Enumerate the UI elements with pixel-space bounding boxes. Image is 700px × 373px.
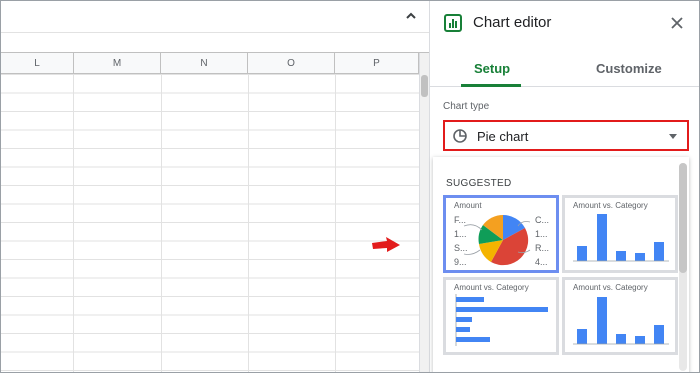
bar-chart-preview [455, 294, 548, 346]
pie-chart-preview [463, 214, 531, 266]
close-icon[interactable] [671, 17, 683, 29]
grid-line [335, 74, 336, 372]
grid-line [248, 74, 249, 372]
grid-line [161, 74, 162, 372]
chart-editor-header: Chart editor [430, 1, 699, 45]
chart-type-label: Chart type [443, 101, 490, 112]
menu-scrollbar[interactable] [679, 163, 687, 371]
chart-icon [444, 14, 462, 32]
sheet-scrollbar-thumb[interactable] [421, 75, 428, 97]
cell-grid[interactable] [1, 74, 419, 372]
chart-type-dropdown[interactable]: Pie chart [443, 120, 689, 151]
suggested-column-chart[interactable]: Amount vs. Category [562, 195, 678, 273]
sheet-scrollbar[interactable] [419, 53, 429, 372]
chart-type-value: Pie chart [477, 129, 529, 144]
red-pointer-arrow [372, 237, 400, 252]
pie-chart-icon [453, 129, 467, 143]
column-headers: L M N O P [1, 53, 419, 74]
column-header-m[interactable]: M [74, 53, 161, 74]
column-header-l[interactable]: L [1, 53, 74, 74]
active-tab-indicator [461, 84, 521, 87]
suggested-pie-chart[interactable]: Amount F... 1... S... 9... C... 1... R..… [443, 195, 559, 273]
suggested-heading: SUGGESTED [446, 178, 512, 189]
column-header-n[interactable]: N [161, 53, 248, 74]
editor-tabs: Setup Customize [430, 51, 699, 87]
tab-setup[interactable]: Setup [474, 61, 510, 76]
tab-customize[interactable]: Customize [596, 61, 662, 76]
column-chart-preview [573, 297, 669, 345]
suggested-bar-chart[interactable]: Amount vs. Category [443, 277, 559, 355]
chart-editor-panel: Chart editor Setup Customize Chart type … [429, 1, 699, 372]
column-chart-preview [573, 214, 669, 262]
chart-editor-title: Chart editor [473, 14, 552, 31]
formula-bar[interactable] [1, 33, 429, 53]
spreadsheet-area: L M N O P [1, 1, 429, 372]
screenshot-frame: L M N O P Chart editor Setup Customize C… [0, 0, 700, 373]
collapse-chevron-icon[interactable] [404, 9, 418, 23]
column-header-o[interactable]: O [248, 53, 335, 74]
dropdown-arrow-icon [669, 134, 677, 139]
toolbar-strip [1, 1, 429, 33]
column-header-p[interactable]: P [335, 53, 419, 74]
menu-scrollbar-thumb[interactable] [679, 163, 687, 273]
suggested-column-chart-2[interactable]: Amount vs. Category [562, 277, 678, 355]
chart-type-menu: SUGGESTED Amount F... 1... S... 9... C..… [433, 157, 689, 372]
